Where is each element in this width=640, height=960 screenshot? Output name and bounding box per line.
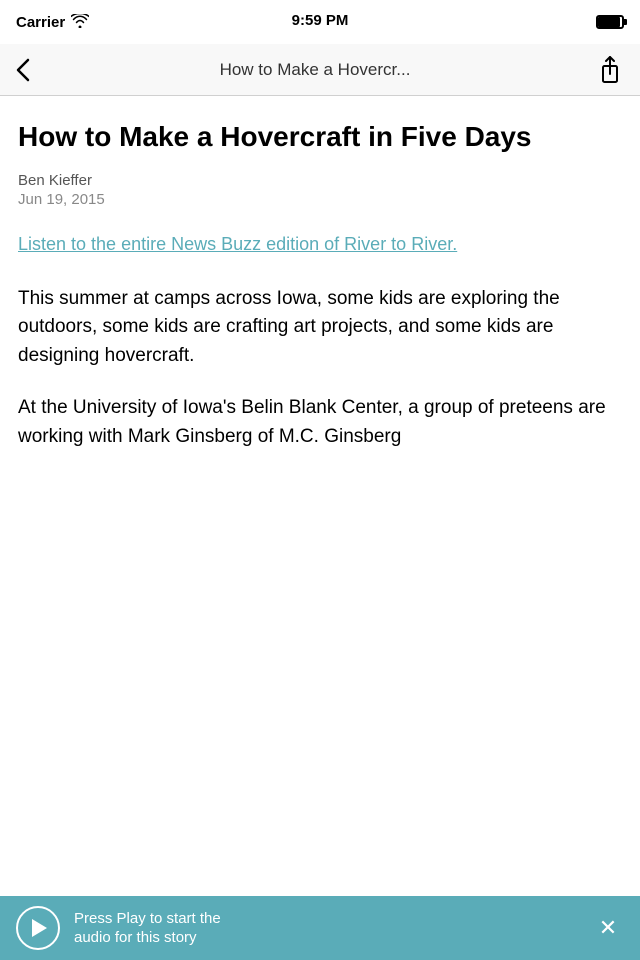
nav-title: How to Make a Hovercr... (38, 60, 592, 80)
share-button[interactable] (592, 52, 628, 88)
article-content: How to Make a Hovercraft in Five Days Be… (0, 96, 640, 896)
carrier-label: Carrier (16, 14, 65, 31)
nav-bar: How to Make a Hovercr... (0, 44, 640, 96)
article-author: Ben Kieffer (18, 172, 622, 189)
back-button[interactable] (8, 50, 38, 90)
article-body: This summer at camps across Iowa, some k… (18, 285, 622, 452)
article-meta: Ben Kieffer Jun 19, 2015 (18, 172, 622, 208)
body-paragraph-1: This summer at camps across Iowa, some k… (18, 285, 622, 371)
play-button[interactable] (16, 906, 60, 950)
battery-icon (596, 15, 624, 29)
audio-text-line1: Press Play to start the (74, 910, 221, 927)
status-carrier: Carrier (16, 14, 89, 31)
article-date: Jun 19, 2015 (18, 191, 622, 208)
wifi-icon (71, 14, 89, 31)
audio-text: Press Play to start the audio for this s… (74, 909, 578, 948)
article-title: How to Make a Hovercraft in Five Days (18, 120, 622, 154)
status-battery (596, 15, 624, 29)
audio-player: Press Play to start the audio for this s… (0, 896, 640, 960)
article-link[interactable]: Listen to the entire News Buzz edition o… (18, 232, 622, 257)
status-time: 9:59 PM (292, 12, 349, 29)
body-paragraph-2: At the University of Iowa's Belin Blank … (18, 394, 622, 451)
close-button[interactable]: ✕ (592, 912, 624, 944)
close-icon: ✕ (599, 917, 617, 939)
play-icon (32, 919, 47, 937)
audio-text-line2: audio for this story (74, 929, 197, 946)
status-bar: Carrier 9:59 PM (0, 0, 640, 44)
